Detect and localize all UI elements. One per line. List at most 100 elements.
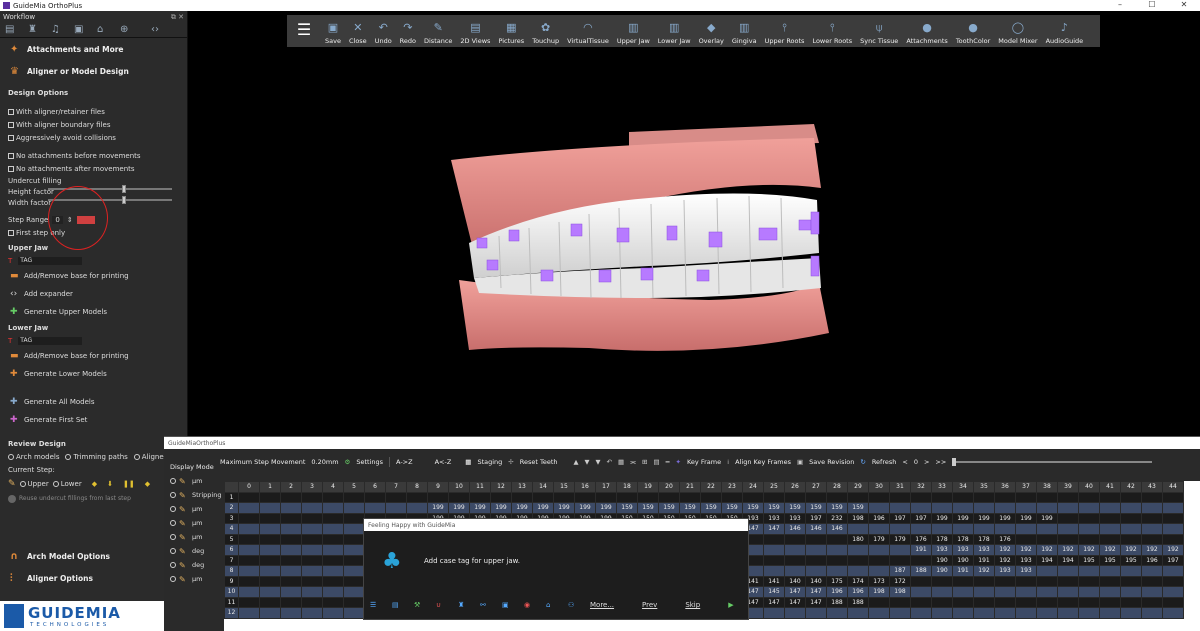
table-cell[interactable] [1036, 607, 1058, 619]
table-cell[interactable] [931, 491, 953, 503]
table-cell[interactable]: 194 [1057, 554, 1079, 566]
column-header[interactable]: 10 [448, 481, 470, 493]
checkbox[interactable] [8, 229, 14, 236]
table-cell[interactable]: 187 [889, 565, 911, 577]
table-cell[interactable] [1015, 523, 1037, 535]
radio[interactable] [170, 506, 176, 512]
table-cell[interactable]: 159 [616, 502, 638, 514]
table-cell[interactable]: 147 [763, 523, 785, 535]
generate-lower-models-button[interactable]: ✚ Generate Lower Models [0, 365, 187, 383]
table-cell[interactable] [1057, 502, 1079, 514]
column-header[interactable]: 27 [805, 481, 827, 493]
table-cell[interactable]: 192 [1015, 544, 1037, 556]
table-cell[interactable] [931, 523, 953, 535]
table-cell[interactable] [826, 533, 848, 545]
checkbox[interactable] [8, 121, 14, 128]
table-cell[interactable]: 178 [973, 533, 995, 545]
table-cell[interactable] [322, 502, 344, 514]
slider-handle[interactable] [122, 196, 127, 204]
display-mode-item[interactable]: ✎ μm [170, 502, 221, 516]
table-cell[interactable] [1120, 607, 1142, 619]
table-cell[interactable]: 147 [763, 596, 785, 608]
radio-lower[interactable] [52, 481, 59, 487]
column-header[interactable]: 32 [910, 481, 932, 493]
column-header[interactable]: 13 [511, 481, 533, 493]
table-cell[interactable]: 159 [721, 502, 743, 514]
row-header[interactable]: 2 [224, 502, 239, 514]
table-cell[interactable] [1099, 512, 1121, 524]
table-cell[interactable] [889, 596, 911, 608]
table-cell[interactable] [1162, 575, 1184, 587]
dental-model[interactable] [451, 124, 829, 351]
max-step-value[interactable]: 0.20mm [311, 458, 338, 466]
table-cell[interactable] [1057, 565, 1079, 577]
settings-button[interactable]: Settings [356, 458, 383, 466]
table-cell[interactable] [889, 491, 911, 503]
undo-icon[interactable]: ↶ [607, 458, 612, 466]
table-cell[interactable] [868, 596, 890, 608]
table-cell[interactable] [322, 607, 344, 619]
table-cell[interactable] [616, 491, 638, 503]
table-cell[interactable]: 176 [910, 533, 932, 545]
checkbox[interactable] [8, 134, 14, 141]
table-cell[interactable] [910, 554, 932, 566]
row-header[interactable]: 8 [224, 565, 239, 577]
table-cell[interactable] [952, 607, 974, 619]
table-cell[interactable] [280, 607, 302, 619]
table-cell[interactable] [280, 565, 302, 577]
table-cell[interactable] [784, 533, 806, 545]
upper-tag-input[interactable]: TAG [18, 256, 83, 265]
column-header[interactable]: 14 [532, 481, 554, 493]
tab-music-icon[interactable]: ♫ [51, 24, 62, 35]
column-header[interactable]: 9 [427, 481, 449, 493]
toolbar-model-mixer-button[interactable]: ◯ Model Mixer [994, 15, 1041, 46]
table-cell[interactable] [259, 512, 281, 524]
column-header[interactable]: 44 [1162, 481, 1184, 493]
table-cell[interactable]: 195 [1120, 554, 1142, 566]
toolbar-lower-roots-button[interactable]: ⫯ Lower Roots [808, 15, 856, 46]
table-cell[interactable] [301, 502, 323, 514]
table-cell[interactable] [1099, 502, 1121, 514]
table-cell[interactable]: 174 [847, 575, 869, 587]
table-cell[interactable]: 199 [448, 502, 470, 514]
skip-link[interactable]: Skip [685, 601, 700, 609]
table-cell[interactable]: 198 [847, 512, 869, 524]
generate-all-models-button[interactable]: ✚ Generate All Models [0, 393, 187, 411]
table-cell[interactable] [1162, 502, 1184, 514]
menu-icon[interactable]: ☰ [370, 601, 382, 609]
row-header[interactable]: 4 [224, 523, 239, 535]
table-cell[interactable]: 176 [994, 533, 1016, 545]
table-cell[interactable] [238, 575, 260, 587]
table-cell[interactable] [259, 607, 281, 619]
table-cell[interactable] [805, 544, 827, 556]
column-header[interactable]: 12 [490, 481, 512, 493]
table-cell[interactable] [1099, 565, 1121, 577]
table-cell[interactable] [1078, 491, 1100, 503]
column-header[interactable]: 38 [1036, 481, 1058, 493]
display-mode-item[interactable]: ✎ μm [170, 530, 221, 544]
table-cell[interactable] [364, 491, 386, 503]
display-mode-item[interactable]: ✎ deg [170, 544, 221, 558]
table-cell[interactable] [1057, 523, 1079, 535]
table-cell[interactable] [973, 491, 995, 503]
table-cell[interactable] [1141, 533, 1163, 545]
upper-add-base-button[interactable]: ▬ Add/Remove base for printing [0, 267, 187, 285]
nav-next-icon[interactable]: > [924, 458, 929, 466]
table-cell[interactable] [784, 607, 806, 619]
table-cell[interactable] [238, 565, 260, 577]
table-cell[interactable] [448, 491, 470, 503]
table-cell[interactable] [994, 596, 1016, 608]
column-header[interactable]: 19 [637, 481, 659, 493]
table-cell[interactable] [1162, 523, 1184, 535]
generate-first-set-button[interactable]: ✚ Generate First Set [0, 411, 187, 429]
aligner-options-button[interactable]: ⫶ Aligner Options [0, 567, 187, 589]
table-cell[interactable] [322, 544, 344, 556]
table-cell[interactable] [868, 554, 890, 566]
table-cell[interactable]: 159 [679, 502, 701, 514]
toolbar-virtualtissue-button[interactable]: ◠ VirtualTissue [563, 15, 613, 46]
table-cell[interactable] [280, 491, 302, 503]
tab-tooth-icon[interactable]: ♜ [28, 24, 39, 35]
table-cell[interactable] [238, 502, 260, 514]
table-cell[interactable] [847, 554, 869, 566]
table-cell[interactable]: 199 [595, 502, 617, 514]
